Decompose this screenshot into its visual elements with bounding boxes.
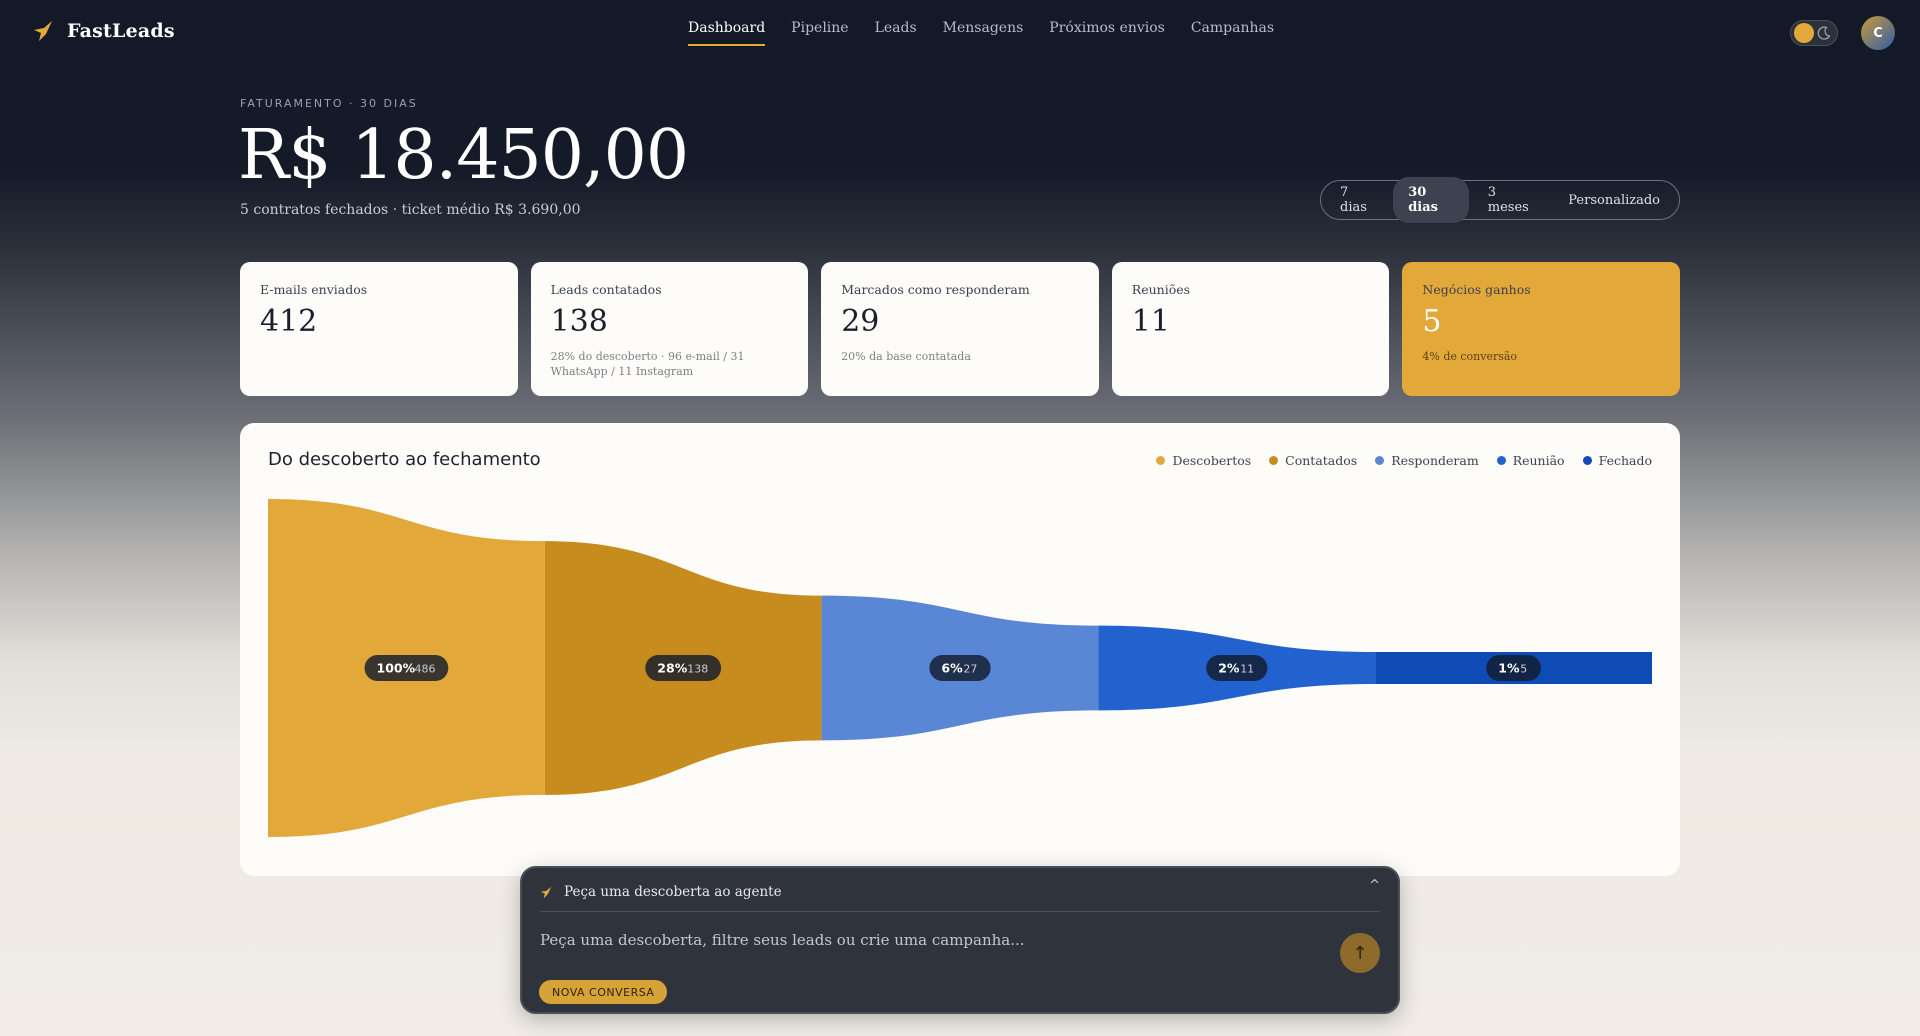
revenue-subtitle: 5 contratos fechados · ticket médio R$ 3… <box>240 202 581 218</box>
spark-icon <box>540 886 552 898</box>
new-conversation-button[interactable]: NOVA CONVERSA <box>539 980 668 1004</box>
moon-icon <box>1817 26 1831 40</box>
stat-card: Marcados como responderam 29 20% da base c… <box>821 262 1099 396</box>
agent-header: Peça uma descoberta ao agente <box>540 884 782 900</box>
period-selector: 7 dias 30 dias 3 meses Personalizado <box>1320 177 1680 223</box>
agent-chat-box: Peça uma descoberta ao agente ^ ↑ NOVA C… <box>520 866 1400 1014</box>
avatar[interactable]: C <box>1861 16 1895 50</box>
stat-cards: E-mails enviados 412 Leads contatados 138 28… <box>240 262 1680 396</box>
funnel-percent-label: 28% <box>657 661 687 676</box>
funnel-panel: Do descoberto ao fechamento Descobertos C… <box>240 423 1680 876</box>
revenue-value: R$ 18.450,00 <box>238 116 689 195</box>
funnel-percent-label: 6% <box>941 661 963 676</box>
funnel-count-label: 486 <box>415 663 436 676</box>
funnel-label: 1% 5 <box>1486 655 1541 681</box>
stat-value: 412 <box>260 304 318 339</box>
theme-toggle[interactable] <box>1790 20 1838 46</box>
sun-icon <box>1794 23 1814 43</box>
collapse-icon[interactable]: ^ <box>1369 878 1380 893</box>
nav-item-pipeline[interactable]: Pipeline <box>791 20 848 46</box>
funnel-count-label: 5 <box>1520 663 1527 676</box>
stat-label: Marcados como responderam <box>841 282 1030 297</box>
stat-label: Leads contatados <box>550 282 662 297</box>
stat-note: 4% de conversão <box>1422 350 1518 363</box>
brand[interactable]: FastLeads <box>33 20 175 42</box>
stat-card: Negócios ganhos 5 4% de conversão <box>1402 262 1680 396</box>
stat-card: Leads contatados 138 28% do descoberto · 9… <box>530 262 809 396</box>
stat-label: E-mails enviados <box>260 282 368 297</box>
stat-value: 11 <box>1131 304 1170 339</box>
funnel-percent-label: 2% <box>1218 661 1240 676</box>
brand-name: FastLeads <box>67 20 175 42</box>
main-nav: Dashboard Pipeline Leads Mensagens Próximos … <box>688 20 1274 46</box>
stat-value: 138 <box>550 304 608 339</box>
funnel-label: 28% 138 <box>645 655 722 681</box>
nav-item-proximos-envios[interactable]: Próximos envios <box>1049 20 1165 46</box>
spark-icon <box>34 21 52 41</box>
agent-input[interactable] <box>540 920 1320 960</box>
divider <box>540 911 1380 912</box>
nav-item-mensagens[interactable]: Mensagens <box>943 20 1024 46</box>
agent-title: Peça uma descoberta ao agente <box>564 884 782 900</box>
funnel-label: 100% 486 <box>364 655 449 681</box>
nav-item-dashboard[interactable]: Dashboard <box>688 20 766 46</box>
period-option[interactable]: 30 dias <box>1393 177 1469 223</box>
funnel-label: 2% 11 <box>1206 655 1268 681</box>
funnel-percent-label: 100% <box>377 661 416 676</box>
funnel-percent-label: 1% <box>1498 661 1520 676</box>
period-option[interactable]: 3 meses <box>1473 177 1550 223</box>
funnel-count-label: 27 <box>963 663 977 676</box>
top-bar: FastLeads Dashboard Pipeline Leads Mensagen… <box>0 0 1920 64</box>
stat-note: 28% do descoberto · 96 e-mail / 31 Whats… <box>550 350 745 378</box>
revenue-caption: FATURAMENTO · 30 DIAS <box>240 97 418 110</box>
funnel-chart: 100% 486 28% 138 6% 27 2% 11 1% 5 <box>268 499 1652 837</box>
funnel-label: 6% 27 <box>929 655 991 681</box>
send-button[interactable]: ↑ <box>1340 933 1380 973</box>
stat-card: Reuniões 11 <box>1111 262 1390 396</box>
stat-value: 5 <box>1422 304 1442 339</box>
nav-item-campanhas[interactable]: Campanhas <box>1191 20 1274 46</box>
stat-value: 29 <box>841 304 880 339</box>
period-option[interactable]: 7 dias <box>1325 177 1389 223</box>
stat-label: Negócios ganhos <box>1422 282 1531 297</box>
stat-label: Reuniões <box>1131 282 1191 297</box>
nav-item-leads[interactable]: Leads <box>875 20 917 46</box>
funnel-count-label: 138 <box>687 663 708 676</box>
funnel-count-label: 11 <box>1240 663 1254 676</box>
period-option[interactable]: Personalizado <box>1553 185 1675 216</box>
stat-card: E-mails enviados 412 <box>240 262 518 396</box>
stat-note: 20% da base contatada <box>841 350 971 363</box>
